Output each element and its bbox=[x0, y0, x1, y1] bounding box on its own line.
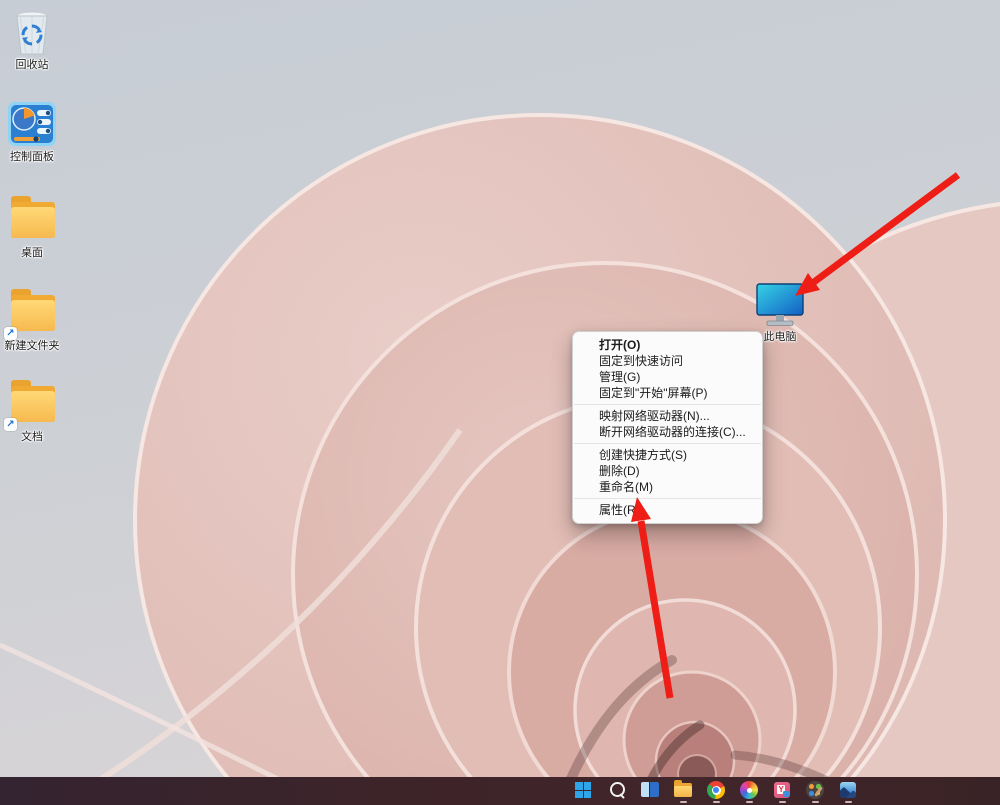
running-indicator bbox=[812, 801, 819, 804]
desktop-icon-label: 回收站 bbox=[0, 59, 64, 72]
menu-item-properties[interactable]: 属性(R) bbox=[573, 502, 762, 518]
media-app-button[interactable]: Y bbox=[772, 780, 792, 800]
recycle-bin-icon bbox=[6, 8, 58, 56]
desktop-icon-new-folder-shortcut[interactable]: ↗ 新建文件夹 bbox=[0, 289, 64, 353]
menu-separator bbox=[574, 498, 761, 499]
running-indicator bbox=[746, 801, 753, 804]
running-indicator bbox=[680, 801, 687, 804]
menu-item-map-network-drive[interactable]: 映射网络驱动器(N)... bbox=[573, 408, 762, 424]
task-view-icon bbox=[641, 782, 649, 797]
file-explorer-icon bbox=[674, 783, 692, 797]
running-indicator bbox=[845, 801, 852, 804]
menu-item-pin-to-start[interactable]: 固定到"开始"屏幕(P) bbox=[573, 385, 762, 401]
folder-shortcut-icon: ↗ bbox=[6, 380, 58, 428]
desktop-icon-desktop-folder[interactable]: 桌面 bbox=[0, 196, 64, 260]
desktop-icon-label: 控制面板 bbox=[0, 151, 64, 164]
desktop-icon-label: 文档 bbox=[0, 431, 64, 444]
desktop-icon-recycle-bin[interactable]: 回收站 bbox=[0, 8, 64, 72]
folder-shortcut-icon: ↗ bbox=[6, 289, 58, 337]
menu-item-delete[interactable]: 删除(D) bbox=[573, 463, 762, 479]
paint-icon bbox=[806, 781, 824, 799]
start-icon bbox=[575, 782, 591, 798]
shortcut-arrow-icon: ↗ bbox=[4, 418, 17, 431]
menu-item-manage[interactable]: 管理(G) bbox=[573, 369, 762, 385]
running-indicator bbox=[779, 801, 786, 804]
menu-item-pin-quick-access[interactable]: 固定到快速访问 bbox=[573, 353, 762, 369]
menu-separator bbox=[574, 404, 761, 405]
desktop-icon-control-panel[interactable]: 控制面板 bbox=[0, 100, 64, 164]
taskbar: Y bbox=[0, 777, 1000, 805]
desktop-icon-label: 新建文件夹 bbox=[0, 340, 64, 353]
context-menu: 打开(O) 固定到快速访问 管理(G) 固定到"开始"屏幕(P) 映射网络驱动器… bbox=[572, 331, 763, 524]
shortcut-arrow-icon: ↗ bbox=[4, 327, 17, 340]
photos-button[interactable] bbox=[838, 780, 858, 800]
start-button[interactable] bbox=[573, 780, 593, 800]
folder-icon bbox=[6, 196, 58, 244]
paint-button[interactable] bbox=[805, 780, 825, 800]
desktop-icon-label: 桌面 bbox=[0, 247, 64, 260]
menu-separator bbox=[574, 443, 761, 444]
desktop-icon-documents-shortcut[interactable]: ↗ 文档 bbox=[0, 380, 64, 444]
search-button[interactable] bbox=[607, 780, 627, 800]
menu-item-open[interactable]: 打开(O) bbox=[573, 337, 762, 353]
file-explorer-button[interactable] bbox=[673, 780, 693, 800]
this-pc-icon bbox=[754, 280, 806, 328]
pinwheel-browser-button[interactable] bbox=[739, 780, 759, 800]
menu-item-create-shortcut[interactable]: 创建快捷方式(S) bbox=[573, 447, 762, 463]
menu-item-rename[interactable]: 重命名(M) bbox=[573, 479, 762, 495]
chrome-button[interactable] bbox=[706, 780, 726, 800]
pinwheel-browser-icon bbox=[740, 781, 758, 799]
running-indicator bbox=[713, 801, 720, 804]
desktop-wallpaper bbox=[0, 0, 1000, 805]
photos-icon bbox=[840, 782, 856, 798]
menu-item-disconnect-network-drive[interactable]: 断开网络驱动器的连接(C)... bbox=[573, 424, 762, 440]
chrome-icon bbox=[707, 781, 725, 799]
control-panel-icon bbox=[6, 100, 58, 148]
media-app-icon: Y bbox=[774, 782, 790, 798]
task-view-button[interactable] bbox=[640, 780, 660, 800]
